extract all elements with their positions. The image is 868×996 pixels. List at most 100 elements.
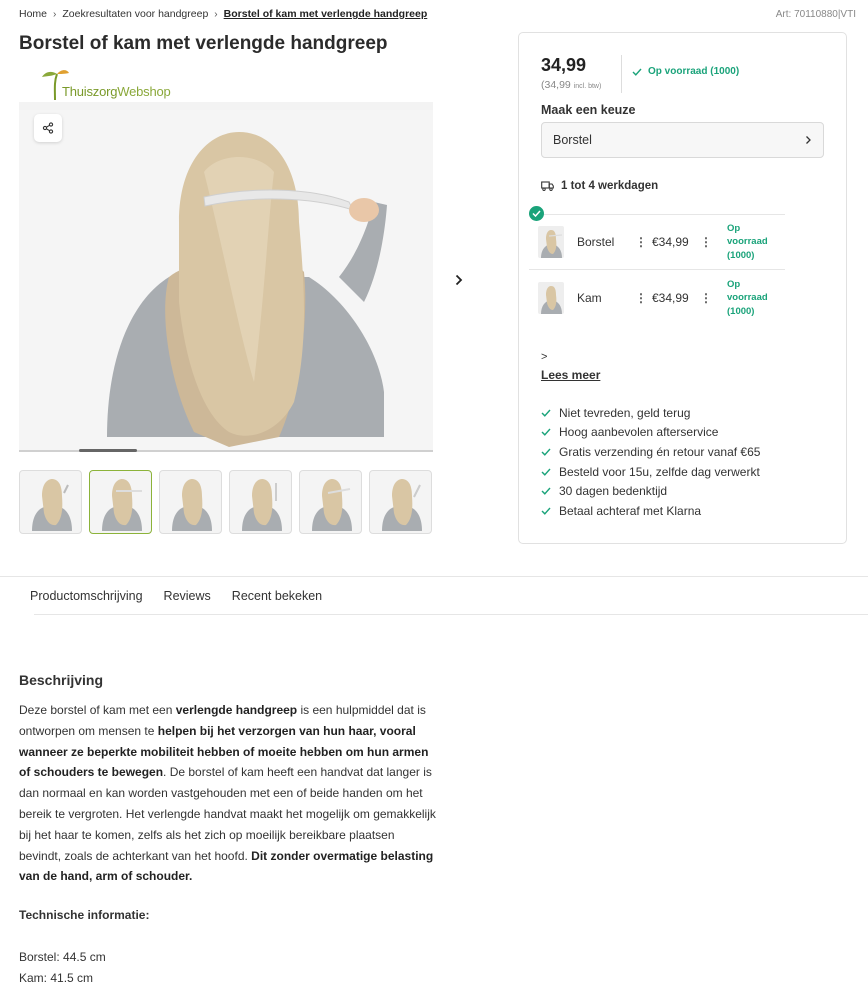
selected-check-icon (529, 206, 544, 221)
more-vertical-icon[interactable]: ⋮ (700, 291, 712, 305)
thumbnail-4[interactable] (229, 470, 292, 534)
breadcrumb-current[interactable]: Borstel of kam met verlengde handgreep (224, 8, 428, 20)
usp-item: Niet tevreden, geld terug (541, 403, 760, 423)
usp-item: Gratis verzending én retour vanaf €65 (541, 442, 760, 462)
gallery-scroll-thumb[interactable] (79, 449, 137, 452)
usp-item: Betaal achteraf met Klarna (541, 501, 760, 521)
page-title: Borstel of kam met verlengde handgreep (19, 33, 388, 54)
gallery-scrollbar[interactable] (19, 449, 433, 452)
thumbnail-1[interactable] (19, 470, 82, 534)
chevron-right-icon: › (53, 8, 57, 20)
product-tabs: Productomschrijving Reviews Recent bekek… (30, 589, 322, 603)
variant-name: Borstel (577, 235, 615, 249)
variant-select[interactable]: Borstel (541, 122, 824, 158)
check-icon (632, 68, 642, 76)
variant-stock-line-3: (1000) (727, 249, 755, 261)
variant-row-kam[interactable]: Kam ⋮ €34,99 ⋮ Op voorraad (1000) (529, 270, 785, 326)
breadcrumb-search-results[interactable]: Zoekresultaten voor handgreep (62, 8, 208, 20)
read-more-arrow: > (541, 351, 548, 363)
share-button[interactable] (34, 114, 62, 142)
variant-stock-line-1: Op (727, 278, 741, 290)
article-number: Art: 70110880|VTI (775, 9, 856, 20)
variant-stock-line-1: Op (727, 222, 741, 234)
variant-stock-line-2: voorraad (727, 292, 768, 304)
thumbnail-5[interactable] (299, 470, 362, 534)
check-icon (541, 448, 551, 456)
tab-description[interactable]: Productomschrijving (30, 589, 143, 603)
thumbnail-strip (19, 470, 432, 534)
thumbnail-image (102, 479, 142, 531)
breadcrumb-home[interactable]: Home (19, 8, 47, 20)
usp-text: Niet tevreden, geld terug (559, 405, 691, 420)
check-icon (541, 409, 551, 417)
check-icon (541, 507, 551, 515)
price-sub-value: (34,99 (541, 79, 571, 91)
variant-stock: Op voorraad (1000) (727, 278, 768, 319)
divider (34, 614, 868, 615)
usp-list: Niet tevreden, geld terug Hoog aanbevole… (541, 403, 760, 521)
tab-reviews[interactable]: Reviews (164, 589, 211, 603)
variant-stock: Op voorraad (1000) (727, 222, 768, 263)
brand-logo: ThuiszorgWebshop (40, 68, 180, 104)
variant-select-value: Borstel (553, 133, 592, 147)
logo-text-1: Thuiszorg (62, 84, 118, 99)
usp-item: Hoog aanbevolen afterservice (541, 423, 760, 443)
chevron-right-icon: › (214, 8, 218, 20)
truck-icon (541, 181, 554, 191)
product-photo (19, 110, 433, 452)
thumbnail-2[interactable] (89, 470, 152, 534)
brush-length: Borstel: 44.5 cm (19, 950, 106, 964)
price: 34,99 (541, 55, 587, 75)
logo-text-2: Webshop (117, 84, 171, 99)
variant-thumbnail (538, 282, 564, 314)
more-vertical-icon[interactable]: ⋮ (635, 291, 647, 305)
variant-thumbnail (538, 226, 564, 258)
usp-text: Gratis verzending én retour vanaf €65 (559, 444, 761, 459)
chevron-right-icon (806, 136, 811, 144)
variant-name: Kam (577, 291, 602, 305)
description-text-part: Deze borstel of kam met een (19, 703, 176, 717)
breadcrumb: Home › Zoekresultaten voor handgreep › B… (19, 8, 427, 20)
check-icon (541, 468, 551, 476)
purchase-panel: 34,99 (34,99 incl. btw) Op voorraad (100… (518, 32, 847, 544)
thumbnail-image (312, 479, 352, 531)
variant-stock-line-2: voorraad (727, 236, 768, 248)
price-sub-label: incl. btw) (573, 83, 602, 90)
thumbnail-6[interactable] (369, 470, 432, 534)
description-title: Beschrijving (19, 672, 104, 688)
thumbnail-image (242, 479, 282, 531)
technical-info-title: Technische informatie: (19, 908, 150, 922)
choice-label: Maak een keuze (541, 103, 636, 117)
more-vertical-icon[interactable]: ⋮ (700, 235, 712, 249)
share-icon (42, 122, 54, 134)
more-vertical-icon[interactable]: ⋮ (635, 235, 647, 249)
next-image-button[interactable] (449, 269, 469, 291)
product-image[interactable] (19, 102, 433, 452)
thumbnail-3[interactable] (159, 470, 222, 534)
usp-item: Besteld voor 15u, zelfde dag verwerkt (541, 462, 760, 482)
tab-recently-viewed[interactable]: Recent bekeken (232, 589, 322, 603)
usp-text: Betaal achteraf met Klarna (559, 503, 702, 518)
thumbnail-image (32, 479, 72, 531)
price-incl-vat: (34,99 incl. btw) (541, 79, 601, 91)
variant-price: €34,99 (652, 291, 689, 305)
chevron-right-icon (455, 274, 463, 286)
usp-text: 30 dagen bedenktijd (559, 484, 668, 499)
description-text-bold: verlengde handgreep (175, 703, 298, 717)
description-text: Deze borstel of kam met een verlengde ha… (19, 700, 439, 887)
read-more-link[interactable]: Lees meer (541, 368, 600, 382)
stock-text: Op voorraad (1000) (648, 66, 740, 77)
thumbnail-image (172, 479, 212, 531)
divider (0, 576, 868, 577)
usp-text: Hoog aanbevolen afterservice (559, 425, 719, 440)
comb-length: Kam: 41.5 cm (19, 971, 94, 985)
variant-stock-line-3: (1000) (727, 305, 755, 317)
delivery-time: 1 tot 4 werkdagen (541, 180, 658, 192)
thumbnail-image (382, 479, 422, 531)
usp-text: Besteld voor 15u, zelfde dag verwerkt (559, 464, 760, 479)
check-icon (541, 428, 551, 437)
variant-price: €34,99 (652, 235, 689, 249)
usp-item: 30 dagen bedenktijd (541, 481, 760, 501)
delivery-text: 1 tot 4 werkdagen (561, 180, 659, 192)
variant-row-borstel[interactable]: Borstel ⋮ €34,99 ⋮ Op voorraad (1000) (529, 206, 785, 270)
